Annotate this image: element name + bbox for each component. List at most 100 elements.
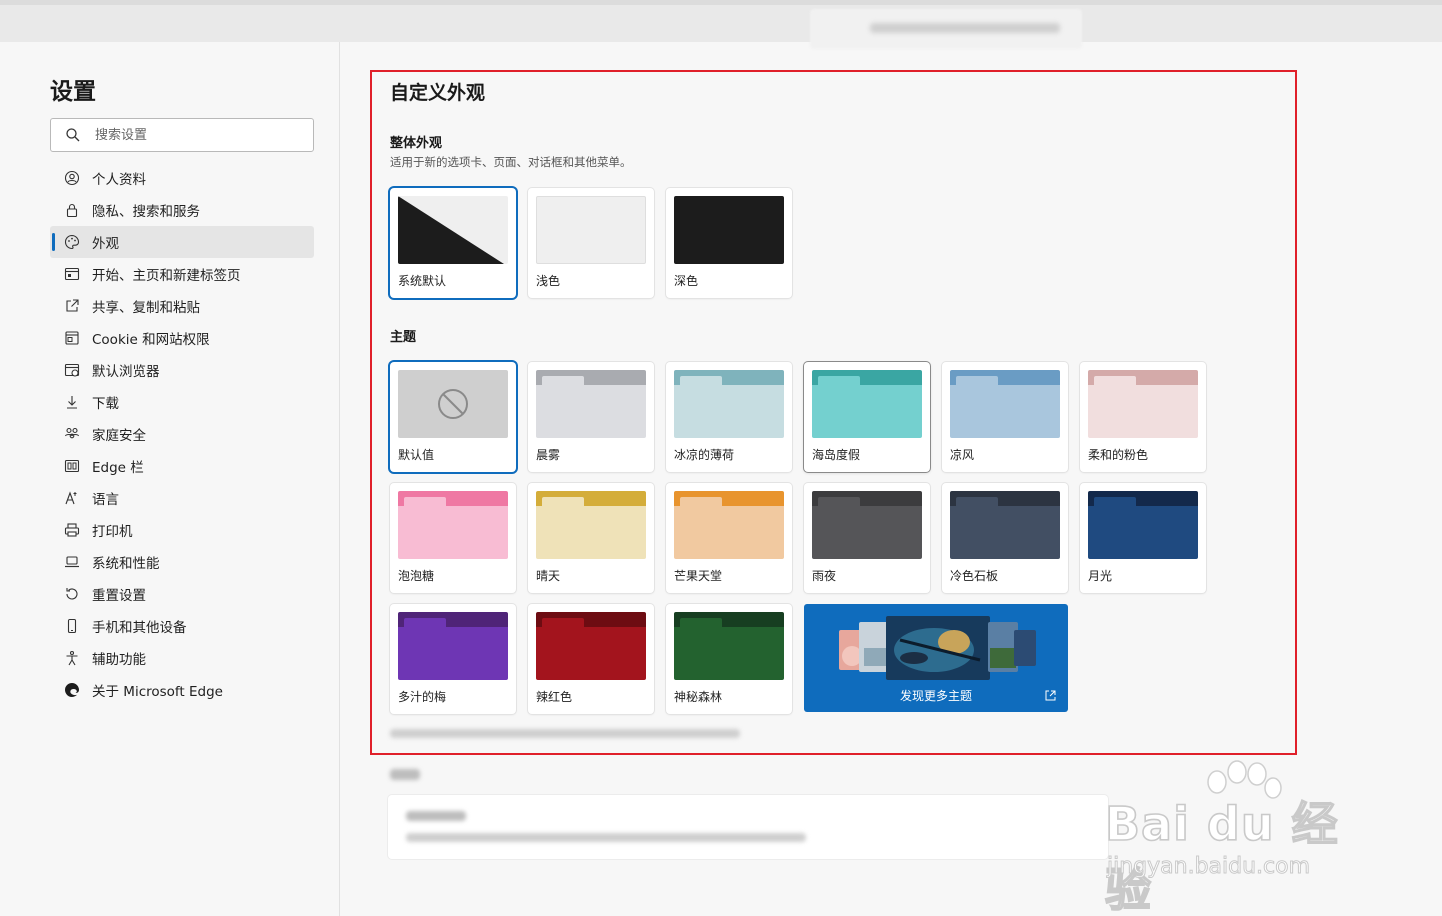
appearance-option-system[interactable]: 系统默认 bbox=[390, 188, 516, 298]
sidebar-item[interactable]: 隐私、搜索和服务 bbox=[50, 194, 314, 226]
sidebar-item[interactable]: 共享、复制和粘贴 bbox=[50, 290, 314, 322]
sidebar-item[interactable]: 默认浏览器 bbox=[50, 354, 314, 386]
sidebar-item-label: 隐私、搜索和服务 bbox=[92, 204, 200, 220]
theme-card[interactable]: 月光 bbox=[1080, 483, 1206, 593]
sidebar-item-label: Cookie 和网站权限 bbox=[92, 332, 210, 348]
sidebar-item-label: Edge 栏 bbox=[92, 460, 144, 476]
option-label: 浅色 bbox=[536, 274, 561, 288]
sidebar-item[interactable]: 下载 bbox=[50, 386, 314, 418]
sidebar-item[interactable]: Edge 栏 bbox=[50, 450, 314, 482]
theme-preview bbox=[1088, 370, 1198, 438]
home-tab-icon bbox=[64, 266, 80, 282]
theme-preview bbox=[398, 612, 508, 680]
download-icon bbox=[64, 394, 80, 410]
sidebar-item-label: 下载 bbox=[92, 396, 119, 412]
appearance-option-light[interactable]: 浅色 bbox=[528, 188, 654, 298]
theme-preview bbox=[398, 370, 508, 438]
theme-card[interactable]: 默认值 bbox=[390, 362, 516, 472]
theme-card[interactable]: 晨雾 bbox=[528, 362, 654, 472]
theme-card[interactable]: 泡泡糖 bbox=[390, 483, 516, 593]
profile-icon bbox=[64, 170, 80, 186]
theme-preview bbox=[674, 612, 784, 680]
printer-icon bbox=[64, 522, 80, 538]
theme-preview bbox=[1088, 491, 1198, 559]
theme-card[interactable]: 晴天 bbox=[528, 483, 654, 593]
theme-card[interactable]: 芒果天堂 bbox=[666, 483, 792, 593]
dark-preview bbox=[674, 196, 784, 264]
no-theme-icon bbox=[438, 389, 468, 419]
theme-label: 晨雾 bbox=[536, 448, 561, 462]
blurred-text bbox=[406, 833, 806, 842]
theme-card[interactable]: 辣红色 bbox=[528, 604, 654, 714]
search-icon bbox=[66, 128, 80, 142]
option-label: 深色 bbox=[674, 274, 699, 288]
sidebar-item[interactable]: 家庭安全 bbox=[50, 418, 314, 450]
settings-nav: 个人资料隐私、搜索和服务外观 开始、主页和新建标签页共享、复制和粘贴 Cookie … bbox=[50, 162, 314, 706]
theme-card[interactable]: 凉风 bbox=[942, 362, 1068, 472]
sidebar-item[interactable]: 个人资料 bbox=[50, 162, 314, 194]
appearance-option-dark[interactable]: 深色 bbox=[666, 188, 792, 298]
theme-card[interactable]: 冷色石板 bbox=[942, 483, 1068, 593]
theme-label: 柔和的粉色 bbox=[1088, 448, 1149, 462]
sidebar-item-label: 个人资料 bbox=[92, 172, 146, 188]
sidebar-item-label: 辅助功能 bbox=[92, 652, 146, 668]
lock-icon bbox=[64, 202, 80, 218]
themes-collage-image bbox=[839, 616, 1036, 680]
system-default-preview bbox=[398, 196, 508, 264]
discover-more-themes-button[interactable]: 发现更多主题 bbox=[804, 604, 1068, 712]
accessibility-icon bbox=[64, 650, 80, 666]
sidebar-item[interactable]: 系统和性能 bbox=[50, 546, 314, 578]
light-preview bbox=[536, 196, 646, 264]
edge-bar-icon bbox=[64, 458, 80, 474]
edge-logo-icon bbox=[64, 682, 80, 698]
sidebar-item[interactable]: 外观 bbox=[50, 226, 314, 258]
overall-appearance-description: 适用于新的选项卡、页面、对话框和其他菜单。 bbox=[390, 155, 632, 169]
sidebar-item[interactable]: Cookie 和网站权限 bbox=[50, 322, 314, 354]
sidebar-item[interactable]: 关于 Microsoft Edge bbox=[50, 674, 314, 706]
theme-preview bbox=[674, 491, 784, 559]
theme-preview bbox=[536, 612, 646, 680]
sidebar-item[interactable]: 语言 bbox=[50, 482, 314, 514]
theme-card[interactable]: 冰凉的薄荷 bbox=[666, 362, 792, 472]
theme-card[interactable]: 雨夜 bbox=[804, 483, 930, 593]
theme-label: 芒果天堂 bbox=[674, 569, 723, 583]
theme-label: 泡泡糖 bbox=[398, 569, 435, 583]
sidebar-item[interactable]: 打印机 bbox=[50, 514, 314, 546]
sidebar-item-label: 默认浏览器 bbox=[92, 364, 160, 380]
sidebar-item-label: 打印机 bbox=[92, 524, 133, 540]
theme-label: 海岛度假 bbox=[812, 448, 861, 462]
theme-card[interactable]: 多汁的梅 bbox=[390, 604, 516, 714]
theme-label: 月光 bbox=[1088, 569, 1113, 583]
external-link-icon bbox=[1045, 690, 1056, 701]
sidebar-item-label: 手机和其他设备 bbox=[92, 620, 187, 636]
theme-label: 多汁的梅 bbox=[398, 690, 447, 704]
sidebar-item[interactable]: 开始、主页和新建标签页 bbox=[50, 258, 314, 290]
sidebar-item-label: 共享、复制和粘贴 bbox=[92, 300, 200, 316]
sidebar-item[interactable]: 辅助功能 bbox=[50, 642, 314, 674]
theme-label: 晴天 bbox=[536, 569, 561, 583]
watermark-brand: Bai du 经验 bbox=[1104, 796, 1339, 916]
cookie-icon bbox=[64, 330, 80, 346]
theme-preview bbox=[950, 491, 1060, 559]
search-input[interactable] bbox=[95, 125, 305, 145]
overall-appearance-title: 整体外观 bbox=[390, 136, 443, 151]
theme-card[interactable]: 海岛度假 bbox=[804, 362, 930, 472]
sidebar-item[interactable]: 重置设置 bbox=[50, 578, 314, 610]
language-icon bbox=[64, 490, 80, 506]
theme-preview bbox=[398, 491, 508, 559]
theme-preview bbox=[536, 370, 646, 438]
sidebar-item[interactable]: 手机和其他设备 bbox=[50, 610, 314, 642]
theme-card[interactable]: 柔和的粉色 bbox=[1080, 362, 1206, 472]
blurred-setting-card bbox=[388, 795, 1108, 859]
search-box[interactable] bbox=[50, 118, 314, 152]
sidebar-item-label: 家庭安全 bbox=[92, 428, 146, 444]
theme-preview bbox=[536, 491, 646, 559]
themes-title: 主题 bbox=[390, 330, 417, 345]
theme-preview bbox=[950, 370, 1060, 438]
theme-card[interactable]: 神秘森林 bbox=[666, 604, 792, 714]
browser-icon bbox=[64, 362, 80, 378]
sidebar-item-label: 重置设置 bbox=[92, 588, 146, 604]
reset-icon bbox=[64, 586, 80, 602]
option-label: 系统默认 bbox=[398, 274, 447, 288]
family-icon bbox=[64, 426, 80, 442]
